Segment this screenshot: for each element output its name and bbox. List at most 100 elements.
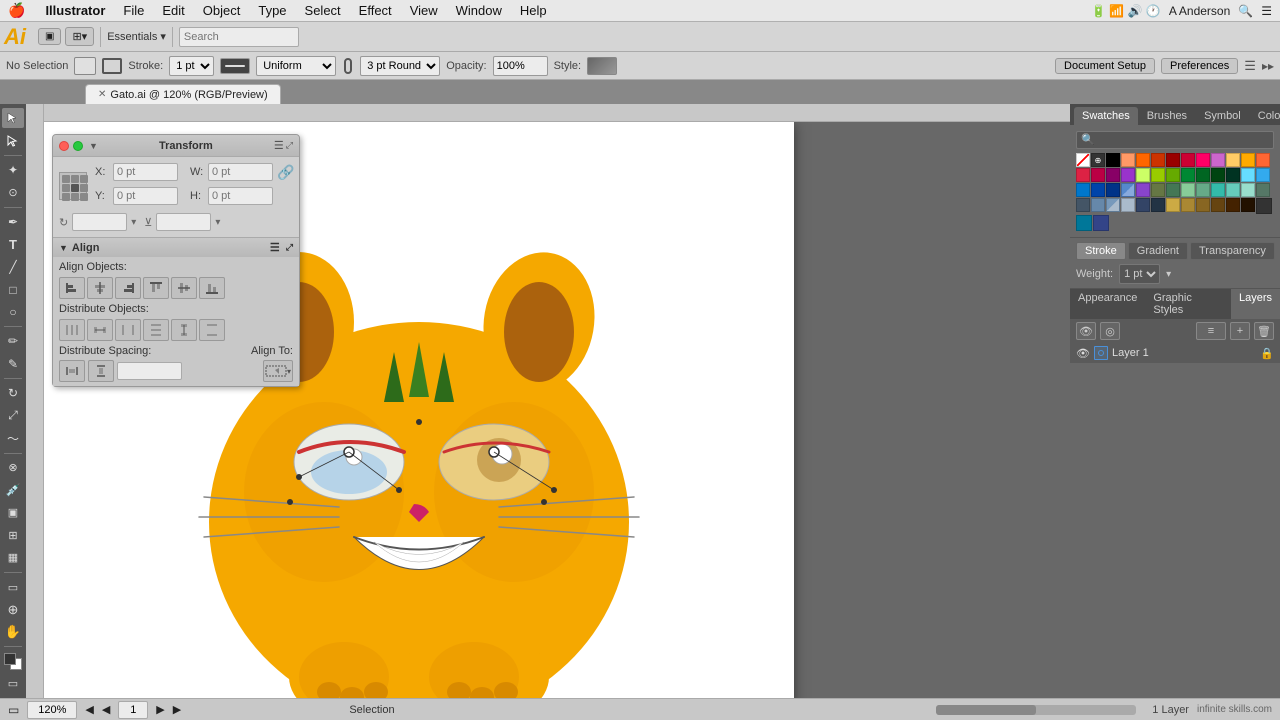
current-page-input[interactable]	[118, 701, 148, 719]
blend-tool[interactable]: ⊗	[2, 457, 24, 477]
fill-color-swatch[interactable]	[74, 57, 96, 75]
nav-next-page[interactable]: ▶	[156, 703, 164, 716]
magic-wand-tool[interactable]: ✦	[2, 160, 24, 180]
menu-window[interactable]: Window	[448, 1, 510, 20]
dist-left-btn[interactable]	[59, 319, 85, 341]
search-field[interactable]	[179, 27, 299, 47]
extra-icon[interactable]: ▸▸	[1262, 59, 1274, 73]
pen-tool[interactable]: ✒	[2, 212, 24, 232]
dist-hcenter-btn[interactable]	[87, 319, 113, 341]
swatch-c2[interactable]	[1136, 153, 1150, 167]
tab-color[interactable]: Color	[1250, 107, 1280, 125]
swatch-registration[interactable]: ⊕	[1091, 153, 1105, 167]
workspace-selector[interactable]: Essentials ▾	[107, 30, 166, 43]
menu-view[interactable]: View	[402, 1, 446, 20]
layers-new-btn[interactable]: +	[1230, 322, 1250, 340]
swatch-teal[interactable]	[1076, 215, 1092, 231]
swatch-c37[interactable]	[1076, 198, 1090, 212]
swatch-c47[interactable]	[1226, 198, 1240, 212]
swatch-c46[interactable]	[1211, 198, 1225, 212]
swatch-c23[interactable]	[1256, 168, 1270, 182]
dist-top-btn[interactable]	[143, 319, 169, 341]
transform-close-btn[interactable]	[59, 141, 69, 151]
chart-tool[interactable]: ▦	[2, 547, 24, 567]
swatch-c40[interactable]	[1121, 198, 1135, 212]
tab-swatches[interactable]: Swatches	[1074, 107, 1138, 125]
transparency-tab[interactable]: Transparency	[1190, 242, 1275, 260]
swatch-c19[interactable]	[1196, 168, 1210, 182]
arrange-btn[interactable]: ⊞▾	[65, 27, 94, 46]
scale-tool[interactable]: ⤢	[2, 406, 24, 426]
swatch-c11[interactable]	[1076, 168, 1090, 182]
swatch-c35[interactable]	[1241, 183, 1255, 197]
tab-symbol[interactable]: Symbol	[1196, 107, 1249, 125]
align-icon[interactable]: ☰	[1244, 58, 1256, 74]
swatch-c38[interactable]	[1091, 198, 1105, 212]
lock-icon[interactable]: 🔗	[277, 164, 294, 181]
swatch-c20[interactable]	[1211, 168, 1225, 182]
nav-prev-page[interactable]: ◀	[102, 703, 110, 716]
align-expand-arrow[interactable]: ⤢	[286, 242, 293, 253]
swatch-c10[interactable]	[1256, 153, 1270, 167]
swatch-c44[interactable]	[1181, 198, 1195, 212]
swatch-c45[interactable]	[1196, 198, 1210, 212]
h-input[interactable]	[208, 187, 273, 205]
rect-tool[interactable]: □	[2, 279, 24, 299]
transform-titlebar[interactable]: ▼ Transform ☰ ⤢	[53, 135, 299, 157]
gradient-tab[interactable]: Gradient	[1128, 242, 1188, 260]
swatch-c42[interactable]	[1151, 198, 1165, 212]
pencil-tool[interactable]: ✎	[2, 354, 24, 374]
mesh-tool[interactable]: ⊞	[2, 525, 24, 545]
swatches-search-input[interactable]	[1076, 131, 1274, 149]
document-tab[interactable]: ✕ Gato.ai @ 120% (RGB/Preview)	[85, 84, 281, 104]
angle-input[interactable]	[72, 213, 127, 231]
layer-1-visibility-icon[interactable]: 👁	[1076, 346, 1090, 360]
search-icon[interactable]: 🔍	[1238, 4, 1253, 18]
swatch-c14[interactable]	[1121, 168, 1135, 182]
layer-1-target-circle[interactable]	[1094, 346, 1108, 360]
align-top-edges-btn[interactable]	[143, 277, 169, 299]
layer-1-item[interactable]: 👁 Layer 1 🔒	[1070, 343, 1280, 363]
swatch-c18[interactable]	[1181, 168, 1195, 182]
artboard-tool[interactable]: ▭	[2, 577, 24, 597]
layers-delete-btn[interactable]: 🗑	[1254, 322, 1274, 340]
swatch-c15[interactable]	[1136, 168, 1150, 182]
swatch-c9[interactable]	[1241, 153, 1255, 167]
align-left-edges-btn[interactable]	[59, 277, 85, 299]
swatch-c4[interactable]	[1166, 153, 1180, 167]
preferences-button[interactable]: Preferences	[1161, 58, 1238, 74]
text-tool[interactable]: T	[2, 234, 24, 254]
layers-options-btn[interactable]: ≡	[1196, 322, 1226, 340]
ellipse-tool[interactable]: ○	[2, 302, 24, 322]
swatch-c43[interactable]	[1166, 198, 1180, 212]
layers-target-btn[interactable]: ◎	[1100, 322, 1120, 340]
swatch-black[interactable]	[1106, 153, 1120, 167]
dist-bottom-btn[interactable]	[199, 319, 225, 341]
menu-illustrator[interactable]: Illustrator	[37, 1, 113, 20]
eyedropper-tool[interactable]: 💉	[2, 480, 24, 500]
swatch-c48[interactable]	[1241, 198, 1255, 212]
menu-effect[interactable]: Effect	[351, 1, 400, 20]
swatch-c21[interactable]	[1226, 168, 1240, 182]
opacity-input[interactable]	[493, 56, 548, 76]
swatch-c7[interactable]	[1211, 153, 1225, 167]
layers-eye-btn[interactable]: 👁	[1076, 322, 1096, 340]
zoom-input[interactable]	[27, 701, 77, 719]
dist-spacing-v-btn[interactable]	[88, 360, 114, 382]
workspace-btn[interactable]: ▣	[38, 28, 61, 45]
swatch-c34[interactable]	[1226, 183, 1240, 197]
appearance-tab[interactable]: Appearance	[1070, 289, 1145, 319]
menu-object[interactable]: Object	[195, 1, 249, 20]
swatch-c17[interactable]	[1166, 168, 1180, 182]
stroke-weight-dropdown[interactable]: 1 pt	[1119, 264, 1160, 284]
swatch-c32[interactable]	[1196, 183, 1210, 197]
swatch-c1[interactable]	[1121, 153, 1135, 167]
swatch-c36[interactable]	[1256, 183, 1270, 197]
zoom-tool[interactable]: ⊕	[2, 599, 24, 619]
screen-mode-btn[interactable]: ▭	[2, 674, 24, 694]
line-tool[interactable]: ╱	[2, 257, 24, 277]
swatch-c5[interactable]	[1181, 153, 1195, 167]
stroke-weight-select[interactable]: 1 pt	[169, 56, 214, 76]
doc-setup-button[interactable]: Document Setup	[1055, 58, 1155, 74]
stroke-color-swatch[interactable]	[102, 58, 122, 74]
